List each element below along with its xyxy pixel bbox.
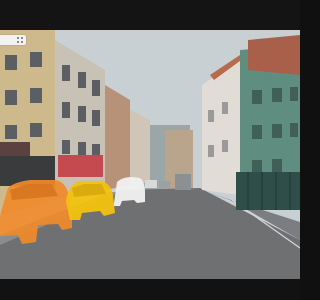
vehicle-suv-highlight[interactable] xyxy=(0,180,72,244)
vehicle-yellow-highlight[interactable] xyxy=(66,181,115,220)
bottom-black-bar xyxy=(0,279,300,300)
address-bar[interactable] xyxy=(0,35,26,45)
video-frame[interactable] xyxy=(0,30,300,279)
vehicle-white-highlight[interactable] xyxy=(114,177,145,206)
top-black-bar xyxy=(0,0,300,30)
segmentation-overlay xyxy=(0,177,145,244)
grid-icon[interactable] xyxy=(17,37,23,43)
